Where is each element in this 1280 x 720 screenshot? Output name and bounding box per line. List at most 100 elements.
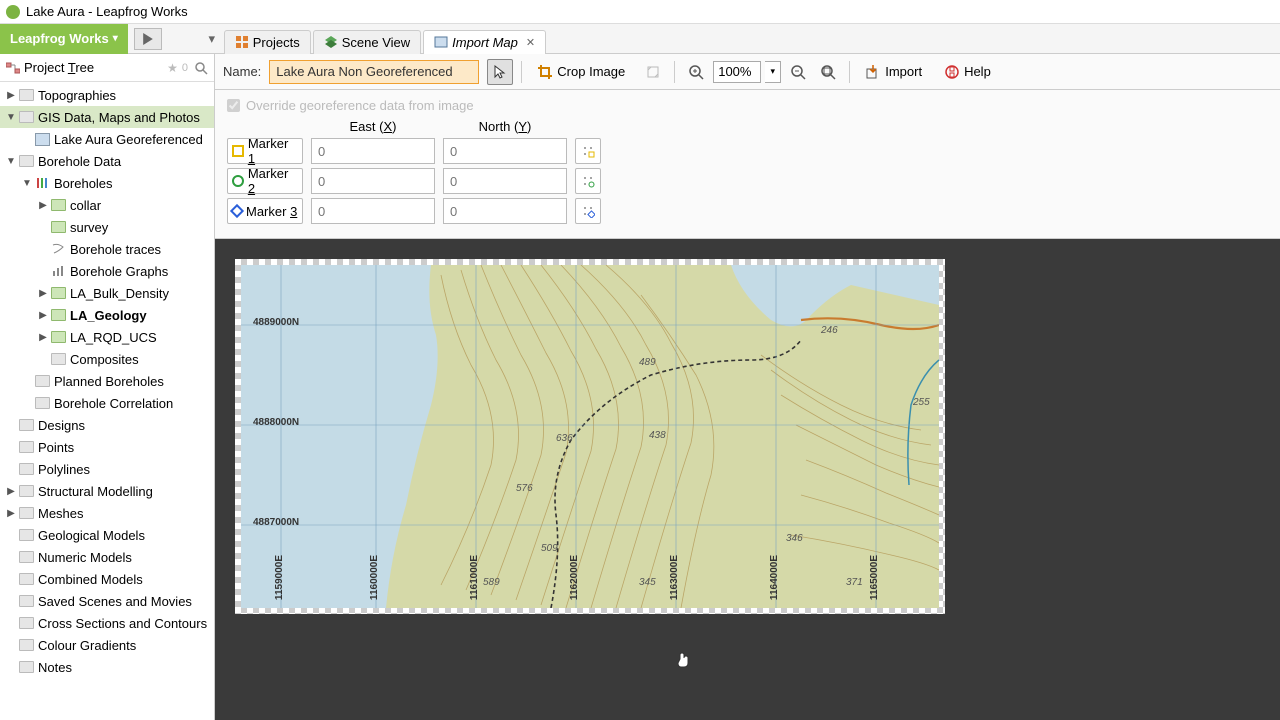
marker-badge-3[interactable]: Marker 3: [227, 198, 303, 224]
tree-node[interactable]: ▶ Structural Modelling: [0, 480, 214, 502]
select-tool[interactable]: [487, 59, 513, 85]
tree-label: LA_RQD_UCS: [70, 330, 157, 345]
menu-dropdown[interactable]: ▾: [202, 31, 222, 47]
tree-label: Polylines: [38, 462, 90, 477]
tree-label: Points: [38, 440, 74, 455]
spot-height: 438: [649, 430, 666, 441]
map-canvas[interactable]: 4889000N 4888000N 4887000N 1159000E 1160…: [215, 239, 1280, 720]
tab-label: Import Map: [452, 35, 518, 50]
disclosure-icon[interactable]: ▼: [4, 112, 18, 123]
disclosure-icon[interactable]: ▶: [4, 508, 18, 519]
marker-badge-2[interactable]: Marker 2: [227, 168, 303, 194]
folder-icon: [18, 593, 34, 609]
tree-label: collar: [70, 198, 101, 213]
disclosure-icon[interactable]: ▶: [4, 90, 18, 101]
tree-node[interactable]: Polylines: [0, 458, 214, 480]
east-header: East (X): [311, 119, 435, 134]
disclosure-icon[interactable]: ▶: [36, 288, 50, 299]
folder-icon: [18, 615, 34, 631]
pick-marker-button[interactable]: [575, 138, 601, 164]
marker-badge-1[interactable]: Marker 1: [227, 138, 303, 164]
tree-node[interactable]: Borehole traces: [0, 238, 214, 260]
override-check: [227, 99, 240, 112]
tree-node[interactable]: ▼GIS Data, Maps and Photos: [0, 106, 214, 128]
tree-node[interactable]: Lake Aura Georeferenced: [0, 128, 214, 150]
marker-shape-icon: [232, 145, 244, 157]
tree-node[interactable]: ▶ LA_RQD_UCS: [0, 326, 214, 348]
tree-node[interactable]: Cross Sections and Contours: [0, 612, 214, 634]
zoom-dropdown[interactable]: ▾: [765, 61, 781, 83]
tree-node[interactable]: ▶Meshes: [0, 502, 214, 524]
tree-node[interactable]: Combined Models: [0, 568, 214, 590]
marker-east-input[interactable]: [311, 138, 435, 164]
tree-label: LA_Geology: [70, 308, 147, 323]
tree-node[interactable]: ▶ LA_Bulk_Density: [0, 282, 214, 304]
project-tree-header: Project Tree ★ 0: [0, 54, 214, 82]
tree-node[interactable]: survey: [0, 216, 214, 238]
tree-node[interactable]: Saved Scenes and Movies: [0, 590, 214, 612]
zoom-value[interactable]: 100%: [713, 61, 761, 83]
tree-label: LA_Bulk_Density: [70, 286, 169, 301]
tree-node[interactable]: Borehole Graphs: [0, 260, 214, 282]
search-icon[interactable]: [194, 61, 208, 75]
crop-image-button[interactable]: Crop Image: [530, 59, 632, 85]
tree-node[interactable]: Planned Boreholes: [0, 370, 214, 392]
tree-node[interactable]: Numeric Models: [0, 546, 214, 568]
tab-scene-view[interactable]: Scene View: [313, 30, 421, 54]
brand-menu[interactable]: Leapfrog Works ▾: [0, 24, 128, 54]
pick-marker-button[interactable]: [575, 168, 601, 194]
zoom-fit-button[interactable]: [815, 59, 841, 85]
map-image[interactable]: 4889000N 4888000N 4887000N 1159000E 1160…: [241, 265, 939, 608]
disclosure-icon[interactable]: ▶: [36, 310, 50, 321]
tab-import-map[interactable]: Import Map ✕: [423, 30, 546, 54]
trace-icon: [50, 241, 66, 257]
tree-node[interactable]: Composites: [0, 348, 214, 370]
north-header: North (Y): [443, 119, 567, 134]
spot-height: 255: [913, 397, 930, 408]
tab-label: Projects: [253, 35, 300, 50]
disclosure-icon[interactable]: ▼: [4, 156, 18, 167]
marker-north-input[interactable]: [443, 198, 567, 224]
play-button[interactable]: [134, 28, 162, 50]
project-tree[interactable]: ▶Topographies▼GIS Data, Maps and Photos L…: [0, 82, 214, 680]
close-icon[interactable]: ✕: [526, 36, 535, 49]
tree-node[interactable]: Borehole Correlation: [0, 392, 214, 414]
tree-node[interactable]: Designs: [0, 414, 214, 436]
import-button[interactable]: Import: [858, 59, 929, 85]
tree-node[interactable]: ▼Borehole Data: [0, 150, 214, 172]
tree-label: Borehole traces: [70, 242, 161, 257]
help-button[interactable]: Help: [937, 59, 998, 85]
marker-north-input[interactable]: [443, 168, 567, 194]
disclosure-icon[interactable]: ▶: [36, 200, 50, 211]
tab-projects[interactable]: Projects: [224, 30, 311, 54]
spot-height: 489: [639, 357, 656, 368]
app-logo-icon: [6, 5, 20, 19]
folder-icon: [18, 417, 34, 433]
tree-node[interactable]: ▶ collar: [0, 194, 214, 216]
tree-node[interactable]: ▶ LA_Geology: [0, 304, 214, 326]
undo-crop-button[interactable]: [640, 59, 666, 85]
tree-node[interactable]: Colour Gradients: [0, 634, 214, 656]
marker-north-input[interactable]: [443, 138, 567, 164]
zoom-in-button[interactable]: [683, 59, 709, 85]
spot-height: 371: [846, 577, 863, 588]
tree-label: Structural Modelling: [38, 484, 153, 499]
marker-east-input[interactable]: [311, 198, 435, 224]
tree-node[interactable]: Notes: [0, 656, 214, 678]
tree-label: Boreholes: [54, 176, 113, 191]
map-name-input[interactable]: [269, 60, 479, 84]
tree-node[interactable]: ▶Topographies: [0, 84, 214, 106]
pin-icon[interactable]: ★: [167, 61, 178, 75]
tree-node[interactable]: Geological Models: [0, 524, 214, 546]
tree-node[interactable]: ▼ Boreholes: [0, 172, 214, 194]
disclosure-icon[interactable]: ▼: [20, 178, 34, 189]
tree-node[interactable]: Points: [0, 436, 214, 458]
marker-east-input[interactable]: [311, 168, 435, 194]
disclosure-icon[interactable]: ▶: [36, 332, 50, 343]
disclosure-icon[interactable]: ▶: [4, 486, 18, 497]
pick-marker-button[interactable]: [575, 198, 601, 224]
tree-label: Lake Aura Georeferenced: [54, 132, 203, 147]
project-tree-title: Project Tree: [24, 60, 94, 75]
folder-icon: [18, 87, 34, 103]
zoom-out-button[interactable]: [785, 59, 811, 85]
